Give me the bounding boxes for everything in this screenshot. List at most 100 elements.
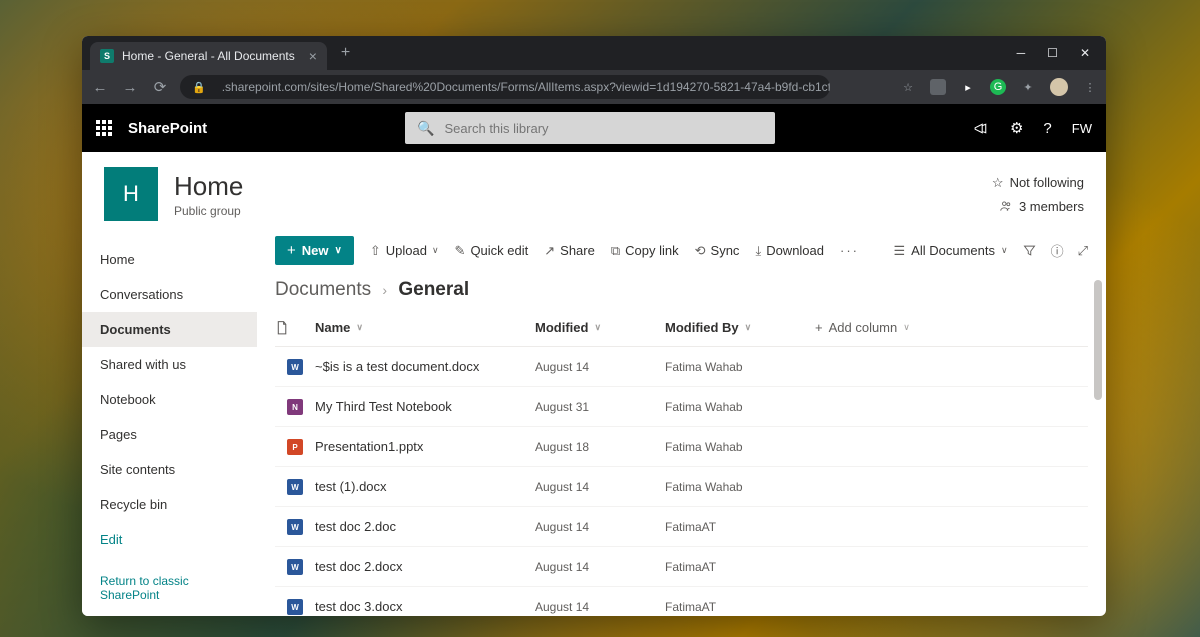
- share-button[interactable]: ↗ Share: [544, 243, 595, 259]
- app-launcher-icon[interactable]: [96, 120, 112, 136]
- file-name[interactable]: test doc 2.doc: [315, 519, 535, 534]
- modified-by[interactable]: FatimaAT: [665, 600, 815, 614]
- sync-button[interactable]: ⟲ Sync: [695, 243, 740, 259]
- extension-icon-1[interactable]: [930, 79, 946, 95]
- chevron-down-icon: ∨: [1001, 245, 1008, 256]
- forward-button[interactable]: →: [120, 79, 140, 96]
- tab-title: Home - General - All Documents: [122, 49, 295, 63]
- link-icon: ⧉: [611, 243, 620, 259]
- share-icon: ↗: [544, 243, 555, 259]
- sidebar-edit-link[interactable]: Edit: [82, 522, 257, 557]
- table-row[interactable]: Wtest doc 3.docxAugust 14FatimaAT: [275, 587, 1088, 616]
- extension-icon-2[interactable]: ▸: [960, 79, 976, 95]
- sidebar-item-documents[interactable]: Documents: [82, 312, 257, 347]
- modified-by[interactable]: Fatima Wahab: [665, 480, 815, 494]
- view-selector[interactable]: ☰ All Documents ∨: [894, 243, 1008, 259]
- new-label: New: [302, 243, 329, 258]
- search-box[interactable]: 🔍: [405, 112, 775, 144]
- sidebar-item-home[interactable]: Home: [82, 242, 257, 277]
- table-row[interactable]: Wtest doc 2.docxAugust 14FatimaAT: [275, 547, 1088, 587]
- scroll-thumb[interactable]: [1094, 280, 1102, 400]
- sidebar-item-shared[interactable]: Shared with us: [82, 347, 257, 382]
- download-label: Download: [766, 243, 824, 258]
- star-outline-icon: ☆: [992, 175, 1004, 191]
- brand-label[interactable]: SharePoint: [128, 120, 207, 137]
- puzzle-icon[interactable]: ✦: [1020, 79, 1036, 95]
- file-name[interactable]: test doc 3.docx: [315, 599, 535, 614]
- column-modified-header[interactable]: Modified ∨: [535, 320, 665, 335]
- table-row[interactable]: Wtest (1).docxAugust 14Fatima Wahab: [275, 467, 1088, 507]
- grammarly-icon[interactable]: G: [990, 79, 1006, 95]
- maximize-button[interactable]: ☐: [1047, 46, 1058, 60]
- megaphone-icon[interactable]: [973, 120, 990, 137]
- upload-button[interactable]: ⇧ Upload ∨: [370, 243, 439, 259]
- sidebar-item-notebook[interactable]: Notebook: [82, 382, 257, 417]
- table-row[interactable]: PPresentation1.pptxAugust 18Fatima Wahab: [275, 427, 1088, 467]
- file-name[interactable]: test (1).docx: [315, 479, 535, 494]
- download-icon: ⤓: [755, 243, 761, 259]
- filter-icon[interactable]: [1022, 243, 1037, 258]
- follow-label: Not following: [1010, 175, 1084, 190]
- site-logo[interactable]: H: [104, 167, 158, 221]
- word-file-icon: W: [287, 359, 303, 375]
- file-name[interactable]: My Third Test Notebook: [315, 399, 535, 414]
- column-name-header[interactable]: Name ∨: [315, 320, 535, 335]
- site-title[interactable]: Home: [174, 171, 243, 202]
- profile-avatar[interactable]: [1050, 78, 1068, 96]
- info-icon[interactable]: ⓘ: [1051, 241, 1064, 260]
- modified-by[interactable]: FatimaAT: [665, 520, 815, 534]
- help-icon[interactable]: ?: [1043, 120, 1051, 137]
- minimize-button[interactable]: ─: [1017, 46, 1026, 60]
- column-modified-by-header[interactable]: Modified By ∨: [665, 320, 815, 335]
- file-name[interactable]: Presentation1.pptx: [315, 439, 535, 454]
- search-input[interactable]: [445, 121, 764, 136]
- copy-link-label: Copy link: [625, 243, 678, 258]
- menu-icon[interactable]: ⋮: [1082, 79, 1098, 95]
- quick-edit-button[interactable]: ✎ Quick edit: [455, 243, 529, 259]
- close-tab-icon[interactable]: ×: [309, 48, 317, 64]
- sidebar-item-pages[interactable]: Pages: [82, 417, 257, 452]
- sidebar-nav: Home Conversations Documents Shared with…: [82, 236, 257, 616]
- reload-button[interactable]: ⟳: [150, 78, 170, 96]
- follow-button[interactable]: ☆ Not following: [992, 175, 1084, 191]
- modified-by[interactable]: Fatima Wahab: [665, 360, 815, 374]
- file-name[interactable]: test doc 2.docx: [315, 559, 535, 574]
- extension-icons: ☆ ▸ G ✦ ⋮: [900, 78, 1098, 96]
- table-row[interactable]: Wtest doc 2.docAugust 14FatimaAT: [275, 507, 1088, 547]
- browser-tab[interactable]: S Home - General - All Documents ×: [90, 42, 327, 70]
- table-row[interactable]: W~$is is a test document.docxAugust 14Fa…: [275, 347, 1088, 387]
- add-column-button[interactable]: + Add column ∨: [815, 320, 945, 335]
- breadcrumb-root[interactable]: Documents: [275, 279, 371, 300]
- members-button[interactable]: 3 members: [999, 199, 1084, 214]
- sidebar-item-conversations[interactable]: Conversations: [82, 277, 257, 312]
- vertical-scrollbar[interactable]: [1094, 280, 1104, 616]
- back-button[interactable]: ←: [90, 79, 110, 96]
- modified-by[interactable]: FatimaAT: [665, 560, 815, 574]
- close-window-button[interactable]: ✕: [1080, 46, 1090, 60]
- new-tab-button[interactable]: +: [341, 44, 350, 62]
- star-icon[interactable]: ☆: [900, 79, 916, 95]
- modified-by[interactable]: Fatima Wahab: [665, 400, 815, 414]
- user-initials[interactable]: FW: [1072, 121, 1092, 136]
- document-table: Name ∨ Modified ∨ Modified By ∨ + Add co…: [257, 309, 1106, 616]
- settings-icon[interactable]: ⚙: [1010, 119, 1023, 137]
- table-row[interactable]: NMy Third Test NotebookAugust 31Fatima W…: [275, 387, 1088, 427]
- plus-icon: +: [287, 242, 296, 259]
- more-commands-button[interactable]: ···: [840, 243, 859, 258]
- new-button[interactable]: + New ∨: [275, 236, 354, 265]
- list-icon: ☰: [894, 243, 906, 259]
- return-classic-link[interactable]: Return to classic SharePoint: [82, 560, 257, 616]
- url-input[interactable]: 🔒 .sharepoint.com/sites/Home/Shared%20Do…: [180, 75, 830, 99]
- download-button[interactable]: ⤓ Download: [755, 243, 824, 259]
- file-name[interactable]: ~$is is a test document.docx: [315, 359, 535, 374]
- expand-icon[interactable]: ⤢: [1078, 243, 1088, 259]
- copy-link-button[interactable]: ⧉ Copy link: [611, 243, 679, 259]
- modified-by[interactable]: Fatima Wahab: [665, 440, 815, 454]
- ppt-file-icon: P: [287, 439, 303, 455]
- word-file-icon: W: [287, 519, 303, 535]
- add-column-label: Add column: [829, 320, 898, 335]
- column-icon-header[interactable]: [275, 320, 315, 336]
- command-bar: + New ∨ ⇧ Upload ∨ ✎ Quick edit ↗ Share: [257, 236, 1106, 265]
- sidebar-item-site-contents[interactable]: Site contents: [82, 452, 257, 487]
- sidebar-item-recycle-bin[interactable]: Recycle bin: [82, 487, 257, 522]
